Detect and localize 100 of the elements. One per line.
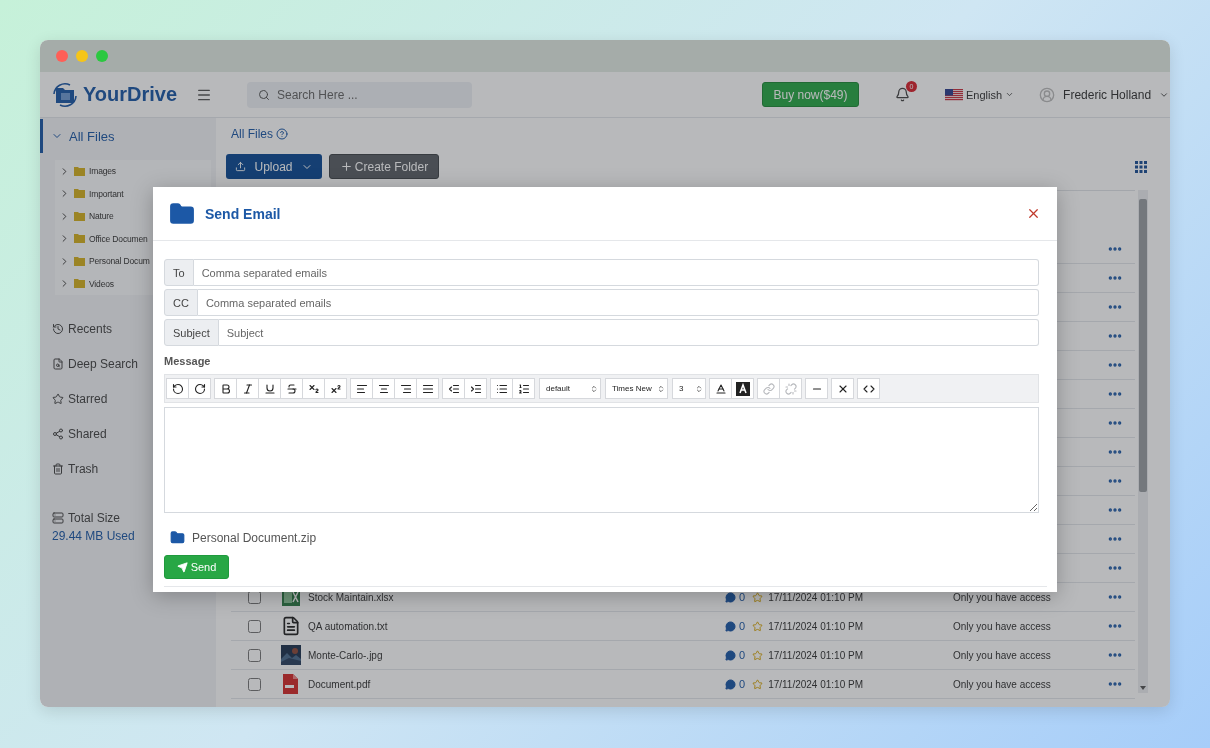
sidebar-nav-item[interactable]: Starred [52,389,216,409]
sidebar-nav-item[interactable]: Shared [52,424,216,444]
input-field[interactable]: Subject [218,319,1039,346]
file-name[interactable]: Document.pdf [308,678,725,690]
file-name[interactable]: QA automation.txt [308,620,725,632]
folder-icon [74,234,85,244]
access-status: Only you have access [953,620,1052,632]
grid-view-icon[interactable] [1135,160,1147,173]
numbered-list-button[interactable] [512,378,535,399]
field-label: To [164,259,194,286]
outdent-icon [447,382,460,395]
underline-button[interactable] [258,378,281,399]
close-button[interactable] [1026,206,1041,221]
comment-icon[interactable] [725,678,736,690]
nav-label: Recents [68,322,113,336]
language-selector[interactable]: English [945,88,1015,101]
star-icon[interactable] [752,620,764,632]
italic-button[interactable] [236,378,259,399]
toolbar-select[interactable]: Times New [605,378,668,399]
align-left-icon [355,382,368,395]
up-down-caret-icon [590,384,598,393]
strikethrough-icon [285,382,298,395]
nav-label: Starred [68,392,108,406]
avatar-icon [1039,86,1056,103]
star-icon [52,393,64,405]
help-icon[interactable] [276,128,288,140]
create-folder-button[interactable]: Create Folder [329,154,439,179]
flag-icon [945,88,963,101]
link-icon [762,382,775,395]
upload-button[interactable]: Upload [226,154,322,179]
document-icon [281,616,301,636]
folder-icon [169,200,195,227]
breadcrumb[interactable]: All Files [231,127,273,141]
search-icon [258,88,270,101]
access-status: Only you have access [953,649,1052,661]
unlink-icon [784,382,797,395]
up-down-caret-icon [695,384,703,393]
share-icon [52,428,64,440]
file-name[interactable]: Monte-Carlo-.jpg [308,649,725,661]
chevron-down-icon [1005,90,1015,99]
field-label: CC [164,289,198,316]
folder-name: Nature [89,211,114,222]
select-value: 3 [679,384,684,393]
toolbar-select[interactable]: 3 [672,378,706,399]
star-icon[interactable] [752,591,764,603]
outdent-button[interactable] [442,378,465,399]
language-label: English [966,88,1003,101]
row-checkbox[interactable] [248,648,261,662]
sidebar-nav-item[interactable]: Trash [52,459,216,479]
comment-icon[interactable] [725,649,736,661]
font-color-button[interactable] [709,378,732,399]
align-right-button[interactable] [394,378,417,399]
input-field[interactable]: Comma separated emails [197,289,1039,316]
comment-count: 0 [739,591,746,603]
star-icon[interactable] [752,649,764,661]
upload-icon [235,161,247,172]
justify-button[interactable] [416,378,439,399]
row-checkbox[interactable] [248,677,261,691]
folder-tree-item[interactable]: Office Documen [59,233,211,245]
message-label: Message [164,355,212,367]
modified-date: 17/11/2024 01:10 PM [768,591,863,603]
folder-tree-item[interactable]: Images [59,165,211,177]
strikethrough-button[interactable] [280,378,303,399]
access-status: Only you have access [953,591,1052,603]
align-right-icon [399,382,412,395]
align-center-button[interactable] [372,378,395,399]
comment-icon[interactable] [725,591,736,603]
file-name[interactable]: Stock Maintain.xlsx [308,591,725,603]
bold-button[interactable] [214,378,237,399]
redo-button[interactable] [188,378,211,399]
folder-icon [74,166,85,176]
star-icon[interactable] [752,678,764,690]
align-left-button[interactable] [350,378,373,399]
notification-bell-icon[interactable] [895,87,910,102]
undo-button[interactable] [166,378,189,399]
user-menu[interactable]: Frederic Holland [1039,86,1170,103]
code-view-button[interactable] [857,378,880,399]
all-files-item[interactable]: All Files [40,119,216,153]
subscript-button[interactable] [302,378,325,399]
indent-button[interactable] [464,378,487,399]
folder-icon [74,189,85,199]
search-field[interactable]: Search Here ... [247,81,472,108]
folder-name: Images [89,166,116,177]
clear-format-button[interactable] [831,378,854,399]
input-field[interactable]: Comma separated emails [193,259,1039,286]
dialog-title: Send Email [205,205,281,222]
field-label: Subject [164,319,219,346]
comment-icon[interactable] [725,620,736,632]
row-checkbox[interactable] [248,619,261,633]
upload-label: Upload [254,159,293,174]
folder-tree-item[interactable]: Important [59,188,211,200]
user-name: Frederic Holland [1063,87,1152,102]
superscript-button[interactable] [324,378,347,399]
row-checkbox[interactable] [248,590,261,604]
paper-plane-icon [176,561,188,573]
scrollbar[interactable] [1138,190,1148,693]
bullet-list-button[interactable] [490,378,513,399]
scrollbar-thumb[interactable] [1139,199,1147,492]
create-folder-label: Create Folder [354,159,429,174]
toolbar-select[interactable]: default [539,378,601,399]
